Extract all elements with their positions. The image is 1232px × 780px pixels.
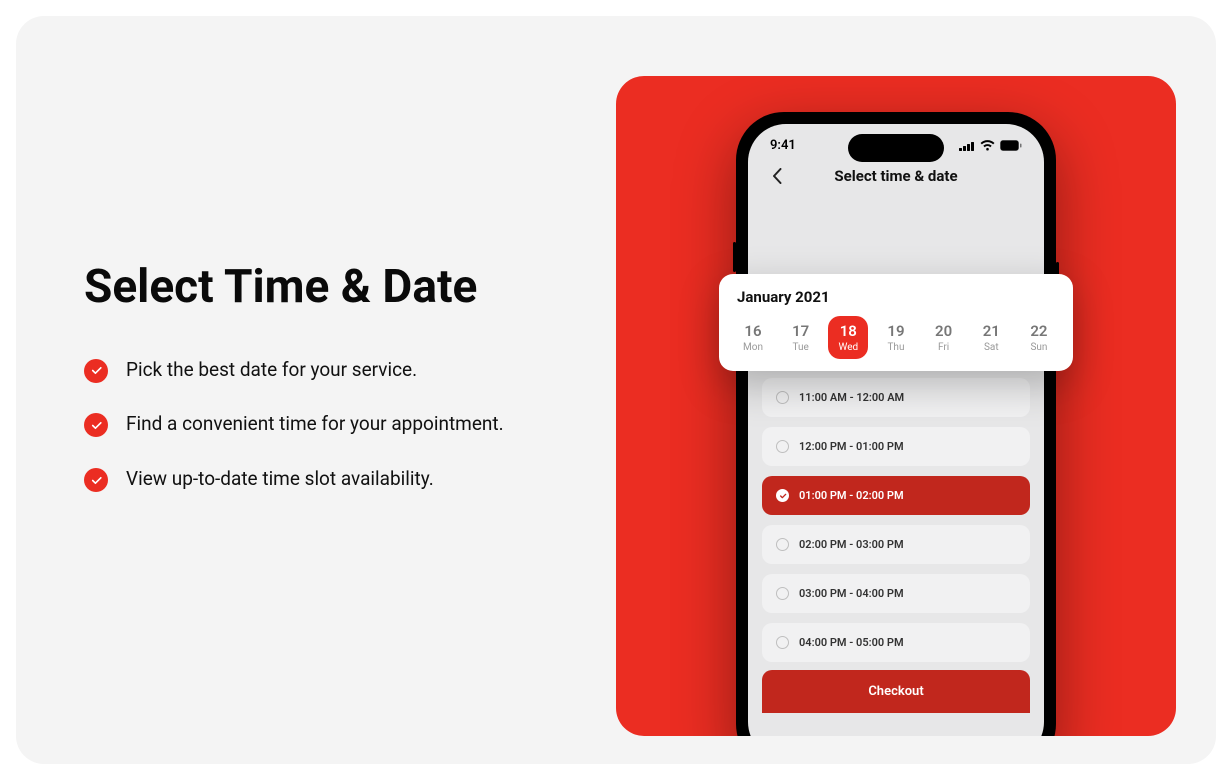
cellular-icon xyxy=(959,141,975,151)
month-label: January 2021 xyxy=(737,288,1055,306)
status-time: 9:41 xyxy=(770,138,796,153)
feature-copy: Select Time & Date Pick the best date fo… xyxy=(84,259,564,520)
bullet-text: Find a convenient time for your appointm… xyxy=(126,411,504,438)
bullet-item: View up-to-date time slot availability. xyxy=(84,466,564,493)
time-slot[interactable]: 02:00 PM - 03:00 PM xyxy=(762,525,1030,564)
day-option[interactable]: 19 Thu xyxy=(876,316,916,359)
slot-label: 04:00 PM - 05:00 PM xyxy=(799,636,904,649)
time-slot[interactable]: 04:00 PM - 05:00 PM xyxy=(762,623,1030,662)
day-number: 22 xyxy=(1019,322,1059,340)
day-option[interactable]: 20 Fri xyxy=(924,316,964,359)
slot-label: 01:00 PM - 02:00 PM xyxy=(799,489,904,502)
slot-label: 02:00 PM - 03:00 PM xyxy=(799,538,904,551)
battery-icon xyxy=(1000,140,1022,151)
day-option[interactable]: 22 Sun xyxy=(1019,316,1059,359)
day-label: Fri xyxy=(924,342,964,353)
day-option[interactable]: 17 Tue xyxy=(781,316,821,359)
bullet-text: View up-to-date time slot availability. xyxy=(126,466,434,493)
day-label: Thu xyxy=(876,342,916,353)
check-icon xyxy=(84,413,108,437)
time-slots: 10:00 AM - 11:00 AM 11:00 AM - 12:00 AM … xyxy=(748,199,1044,662)
bullet-item: Find a convenient time for your appointm… xyxy=(84,411,564,438)
status-indicators xyxy=(959,140,1022,151)
check-icon xyxy=(84,468,108,492)
radio-icon xyxy=(776,391,789,404)
device-panel: 9:41 Select time & date 10:00 AM - 11:00… xyxy=(616,76,1176,736)
day-option-selected[interactable]: 18 Wed xyxy=(828,316,868,359)
day-option[interactable]: 16 Mon xyxy=(733,316,773,359)
bullet-text: Pick the best date for your service. xyxy=(126,357,417,384)
day-number: 19 xyxy=(876,322,916,340)
wifi-icon xyxy=(980,140,995,151)
date-picker-card: January 2021 16 Mon 17 Tue 18 Wed 19 Thu 20 F… xyxy=(719,274,1073,371)
day-number: 20 xyxy=(924,322,964,340)
phone-screen: 9:41 Select time & date 10:00 AM - 11:00… xyxy=(748,124,1044,736)
back-button[interactable] xyxy=(764,163,790,189)
radio-checked-icon xyxy=(776,489,789,502)
day-number: 16 xyxy=(733,322,773,340)
time-slot[interactable]: 11:00 AM - 12:00 AM xyxy=(762,378,1030,417)
day-row: 16 Mon 17 Tue 18 Wed 19 Thu 20 Fri 21 Sat 22 Su… xyxy=(733,316,1059,359)
day-option[interactable]: 21 Sat xyxy=(971,316,1011,359)
time-slot[interactable]: 12:00 PM - 01:00 PM xyxy=(762,427,1030,466)
time-slot[interactable]: 03:00 PM - 04:00 PM xyxy=(762,574,1030,613)
radio-icon xyxy=(776,440,789,453)
day-label: Mon xyxy=(733,342,773,353)
day-label: Wed xyxy=(828,342,868,353)
day-label: Sat xyxy=(971,342,1011,353)
radio-icon xyxy=(776,538,789,551)
day-number: 18 xyxy=(828,322,868,340)
day-number: 21 xyxy=(971,322,1011,340)
checkout-button[interactable]: Checkout xyxy=(762,670,1030,713)
day-number: 17 xyxy=(781,322,821,340)
bullet-item: Pick the best date for your service. xyxy=(84,357,564,384)
day-label: Tue xyxy=(781,342,821,353)
screen-header: Select time & date xyxy=(748,157,1044,199)
chevron-left-icon xyxy=(772,168,782,184)
phone-frame: 9:41 Select time & date 10:00 AM - 11:00… xyxy=(736,112,1056,736)
radio-icon xyxy=(776,587,789,600)
dynamic-island xyxy=(848,134,944,162)
feature-bullets: Pick the best date for your service. Fin… xyxy=(84,357,564,493)
slot-label: 12:00 PM - 01:00 PM xyxy=(799,440,904,453)
screen-title: Select time & date xyxy=(834,167,957,185)
time-slot-selected[interactable]: 01:00 PM - 02:00 PM xyxy=(762,476,1030,515)
feature-card: Select Time & Date Pick the best date fo… xyxy=(16,16,1216,764)
day-label: Sun xyxy=(1019,342,1059,353)
feature-title: Select Time & Date xyxy=(84,259,564,317)
check-icon xyxy=(84,359,108,383)
radio-icon xyxy=(776,636,789,649)
slot-label: 11:00 AM - 12:00 AM xyxy=(799,391,904,404)
slot-label: 03:00 PM - 04:00 PM xyxy=(799,587,904,600)
